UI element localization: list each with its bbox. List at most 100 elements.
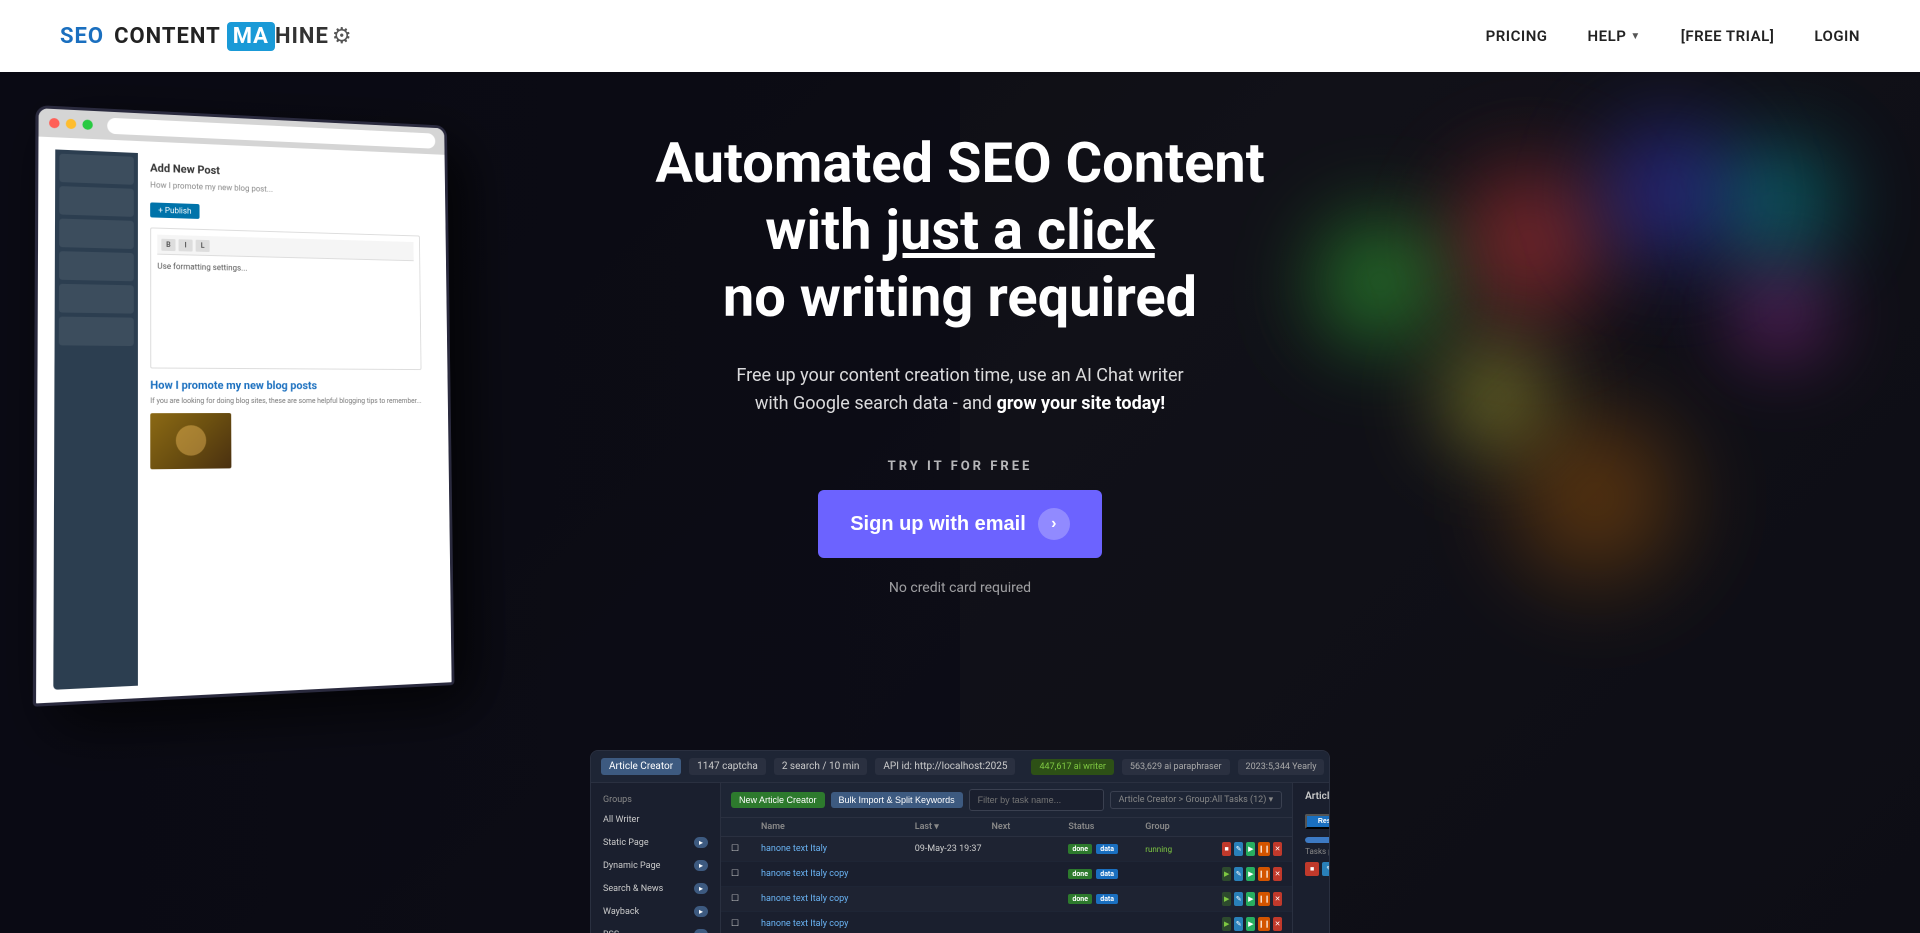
app-edit-btn[interactable]: ✎: [1234, 842, 1243, 856]
app-pause-btn[interactable]: ❙❙: [1258, 892, 1270, 906]
app-sidebar-group-label: Groups: [591, 791, 720, 809]
app-edit-btn[interactable]: ✎: [1234, 892, 1243, 906]
laptop-image-circle: [176, 425, 206, 456]
app-tab-api[interactable]: API id: http://localhost:2025: [875, 758, 1015, 775]
nav-help[interactable]: HELP ▼: [1588, 27, 1641, 45]
app-sidebar-item-rss[interactable]: RSS ▸: [591, 923, 720, 933]
app-search-input[interactable]: [969, 789, 1104, 811]
app-sidebar-item-dynamic[interactable]: Dynamic Page ▸: [591, 854, 720, 877]
app-table: ☐ hanone text Italy 09-May-23 19:37 done…: [721, 837, 1292, 933]
app-td-actions: ▶ ✎ ▶ ❙❙ ✕: [1222, 892, 1282, 906]
app-th-status[interactable]: Status: [1068, 822, 1145, 832]
nav-free-trial[interactable]: [FREE TRIAL]: [1681, 27, 1775, 45]
app-edit-btn[interactable]: ✎: [1234, 917, 1243, 931]
app-run-btn[interactable]: ▶: [1246, 892, 1255, 906]
app-status-badge-data: data: [1096, 894, 1118, 904]
laptop-post-body: If you are looking for doing blog sites,…: [150, 396, 422, 407]
hero-section: Add New Post How I promote my new blog p…: [0, 0, 1920, 933]
hero-heading-line2: with just a click: [765, 197, 1155, 263]
app-td-checkbox[interactable]: ☐: [731, 844, 761, 854]
app-th-actions: [1222, 822, 1282, 832]
app-table-header: Name Last ▾ Next Status Group: [721, 818, 1292, 837]
bokeh-cyan: [1700, 122, 1860, 282]
app-td-checkbox[interactable]: ☐: [731, 894, 761, 904]
hero-heading-line3: no writing required: [723, 264, 1197, 330]
app-td-checkbox[interactable]: ☐: [731, 919, 761, 929]
app-sidebar-badge: ▸: [694, 837, 708, 848]
app-delete-btn[interactable]: ✕: [1273, 892, 1282, 906]
app-right-panel-title: Article Creator > Group:All Tasks (12): [1305, 791, 1330, 802]
laptop-post-heading: How I promote my new blog posts: [150, 379, 422, 393]
table-row: ☐ hanone text Italy copy done data: [721, 862, 1292, 887]
hero-subtext-bold: grow your site today!: [997, 393, 1166, 414]
app-delete-btn[interactable]: ✕: [1273, 842, 1282, 856]
laptop-toolbar-italic: I: [179, 239, 193, 251]
laptop-screen-inner: Add New Post How I promote my new blog p…: [36, 108, 452, 703]
try-label: TRY IT FOR FREE: [655, 459, 1264, 474]
app-td-name: hanone text Italy copy: [761, 919, 915, 929]
app-td-last: 09-May-23 19:37: [915, 844, 992, 854]
laptop-sidebar-item: [59, 284, 134, 314]
app-resume-task-btn[interactable]: Resume Task: [1305, 814, 1330, 829]
app-th-next[interactable]: Next: [992, 822, 1069, 832]
app-icon-row: ▶ ✎ ▶ ❙❙ ✕: [1222, 892, 1282, 906]
app-run-btn[interactable]: ▶: [1246, 867, 1255, 881]
app-play-btn[interactable]: ▶: [1222, 917, 1231, 931]
app-tab-captcha[interactable]: 1147 captcha: [689, 758, 766, 775]
app-delete-btn[interactable]: ✕: [1273, 867, 1282, 881]
signup-button[interactable]: Sign up with email ›: [818, 490, 1102, 558]
app-body: Groups All Writer Static Page ▸ Dynamic …: [591, 783, 1329, 933]
app-sidebar-item-all-writer[interactable]: All Writer: [591, 809, 720, 831]
app-stop-btn[interactable]: ■: [1222, 842, 1231, 856]
app-main: New Article Creator Bulk Import & Split …: [721, 783, 1292, 933]
nav-pricing[interactable]: PRICING: [1486, 27, 1548, 45]
app-stop-all-btn[interactable]: ■: [1305, 862, 1319, 876]
app-play-btn[interactable]: ▶: [1222, 867, 1231, 881]
app-th-checkbox: [731, 822, 761, 832]
hero-heading: Automated SEO Content with just a click …: [655, 130, 1264, 332]
app-pause-btn[interactable]: ❙❙: [1258, 842, 1270, 856]
app-delete-btn[interactable]: ✕: [1273, 917, 1282, 931]
laptop-dot-red: [49, 118, 60, 129]
laptop-toolbar-link: L: [196, 239, 210, 251]
app-tab-search[interactable]: 2 search / 10 min: [774, 758, 868, 775]
app-sidebar-item-static[interactable]: Static Page ▸: [591, 831, 720, 854]
laptop-editor-text: Use formatting settings...: [157, 261, 414, 278]
app-sidebar-badge: ▸: [694, 929, 708, 933]
app-pause-btn[interactable]: ❙❙: [1258, 867, 1270, 881]
bokeh-orange: [1470, 372, 1720, 622]
app-td-name: hanone text Italy: [761, 844, 915, 854]
app-th-name[interactable]: Name: [761, 822, 915, 832]
app-status-badge-data: data: [1096, 844, 1118, 854]
app-pause-btn[interactable]: ❙❙: [1258, 917, 1270, 931]
nav-login[interactable]: LOGIN: [1814, 27, 1860, 45]
laptop-sidebar-item: [59, 317, 134, 346]
app-edit-btn[interactable]: ✎: [1234, 867, 1243, 881]
app-td-checkbox[interactable]: ☐: [731, 869, 761, 879]
app-sidebar: Groups All Writer Static Page ▸ Dynamic …: [591, 783, 721, 933]
app-th-group[interactable]: Group: [1145, 822, 1222, 832]
app-td-actions: ■ ✎ ▶ ❙❙ ✕: [1222, 842, 1282, 856]
app-edit-all-btn[interactable]: ✎: [1322, 862, 1330, 876]
laptop-sidebar-item: [59, 154, 133, 185]
app-th-last[interactable]: Last ▾: [915, 822, 992, 832]
laptop-content: Add New Post How I promote my new blog p…: [36, 137, 452, 704]
logo: SEO CONTENT MA HINE ⚙: [60, 22, 352, 51]
app-run-btn[interactable]: ▶: [1246, 842, 1255, 856]
app-play-btn[interactable]: ▶: [1222, 892, 1231, 906]
app-progress-label: Tasks progress: [1305, 847, 1330, 856]
app-top-bar: Article Creator 1147 captcha 2 search / …: [591, 751, 1329, 783]
app-sidebar-item-search[interactable]: Search & News ▸: [591, 877, 720, 900]
app-bulk-import-btn[interactable]: Bulk Import & Split Keywords: [831, 792, 963, 808]
app-sidebar-badge: ▸: [694, 906, 708, 917]
app-td-group-running: running: [1145, 845, 1222, 854]
logo-content: CONTENT: [114, 24, 221, 49]
hero-content: Automated SEO Content with just a click …: [635, 130, 1284, 596]
app-run-btn[interactable]: ▶: [1246, 917, 1255, 931]
app-tab-article-creator[interactable]: Article Creator: [601, 758, 681, 775]
app-new-article-btn[interactable]: New Article Creator: [731, 792, 825, 808]
app-sidebar-item-wayback[interactable]: Wayback ▸: [591, 900, 720, 923]
table-row: ☐ hanone text Italy copy ▶ ✎ ▶: [721, 912, 1292, 933]
app-filter-dropdown[interactable]: Article Creator > Group:All Tasks (12) ▾: [1110, 791, 1283, 809]
app-progress-bar: [1305, 837, 1330, 843]
